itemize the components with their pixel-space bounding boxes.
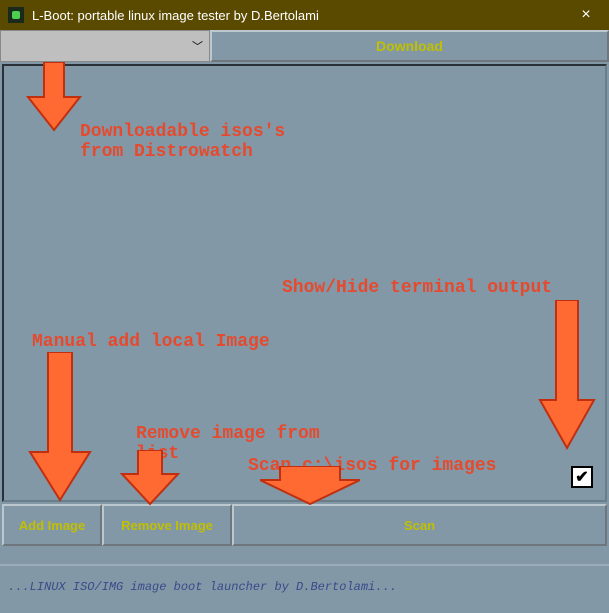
window-title: L-Boot: portable linux image tester by D… [32, 8, 571, 23]
add-image-label: Add Image [19, 518, 85, 533]
app-icon [8, 7, 24, 23]
scan-button[interactable]: Scan [232, 504, 607, 546]
remove-image-button[interactable]: Remove Image [102, 504, 232, 546]
main-area: ✔ [2, 64, 607, 502]
add-image-button[interactable]: Add Image [2, 504, 102, 546]
iso-dropdown[interactable]: ﹀ [0, 30, 210, 62]
bottom-row: Add Image Remove Image Scan [2, 504, 607, 546]
remove-image-label: Remove Image [121, 518, 213, 533]
close-button[interactable]: × [571, 6, 601, 24]
status-bar: ...LINUX ISO/IMG image boot launcher by … [0, 564, 609, 604]
terminal-output-checkbox[interactable]: ✔ [571, 466, 593, 488]
status-text: ...LINUX ISO/IMG image boot launcher by … [8, 580, 397, 594]
scan-label: Scan [404, 518, 435, 533]
check-icon: ✔ [575, 467, 588, 487]
chevron-down-icon: ﹀ [192, 38, 203, 54]
titlebar: L-Boot: portable linux image tester by D… [0, 0, 609, 30]
download-button[interactable]: Download [210, 30, 609, 62]
download-label: Download [376, 38, 443, 54]
top-row: ﹀ Download [0, 30, 609, 62]
